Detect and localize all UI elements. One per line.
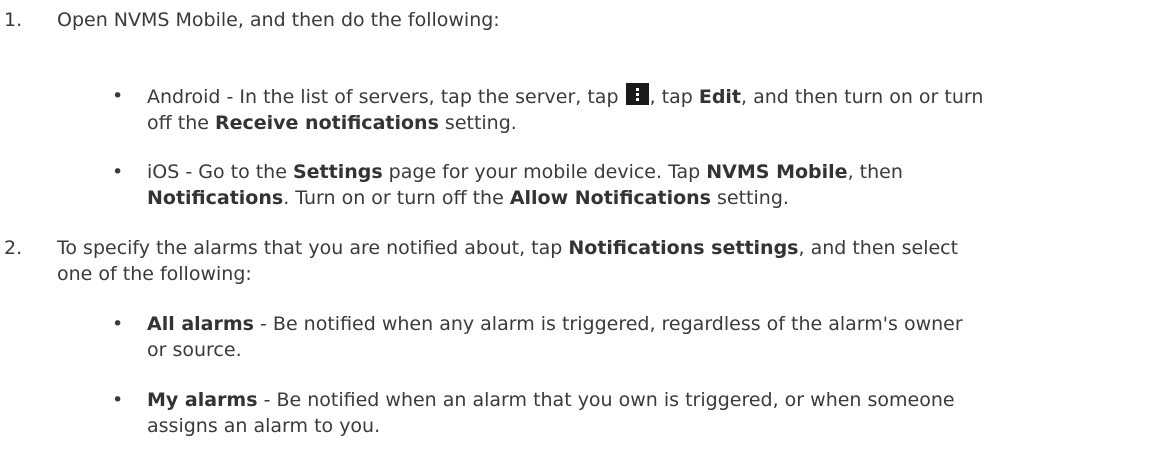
step-text: Open NVMS Mobile, and then do the follow… (57, 9, 500, 31)
step-2: 2. To specify the alarms that you are no… (4, 235, 1144, 287)
step-number: 2. (4, 237, 23, 259)
bullet-glyph: • (112, 389, 124, 411)
bullet-text: My alarms - Be notified when an alarm th… (147, 389, 955, 437)
instructions-document: 1. Open NVMS Mobile, and then do the fol… (0, 0, 1150, 459)
bullet-glyph: • (112, 313, 124, 335)
step-text: To specify the alarms that you are notif… (57, 237, 959, 285)
bullet-android: • Android - In the list of servers, tap … (112, 83, 1142, 136)
bullet-text: iOS - Go to the Settings page for your m… (147, 161, 903, 209)
bullet-text: All alarms - Be notified when any alarm … (147, 313, 963, 361)
step-number: 1. (4, 9, 23, 31)
step-1: 1. Open NVMS Mobile, and then do the fol… (4, 7, 1144, 33)
bullet-ios: • iOS - Go to the Settings page for your… (112, 159, 1142, 211)
bullet-glyph: • (112, 85, 124, 107)
more-vertical-icon (625, 83, 649, 105)
bullet-text: Android - In the list of servers, tap th… (147, 83, 987, 136)
bullet-my-alarms: • My alarms - Be notified when an alarm … (112, 387, 1142, 439)
bullet-glyph: • (112, 161, 124, 183)
bullet-all-alarms: • All alarms - Be notified when any alar… (112, 311, 1142, 363)
